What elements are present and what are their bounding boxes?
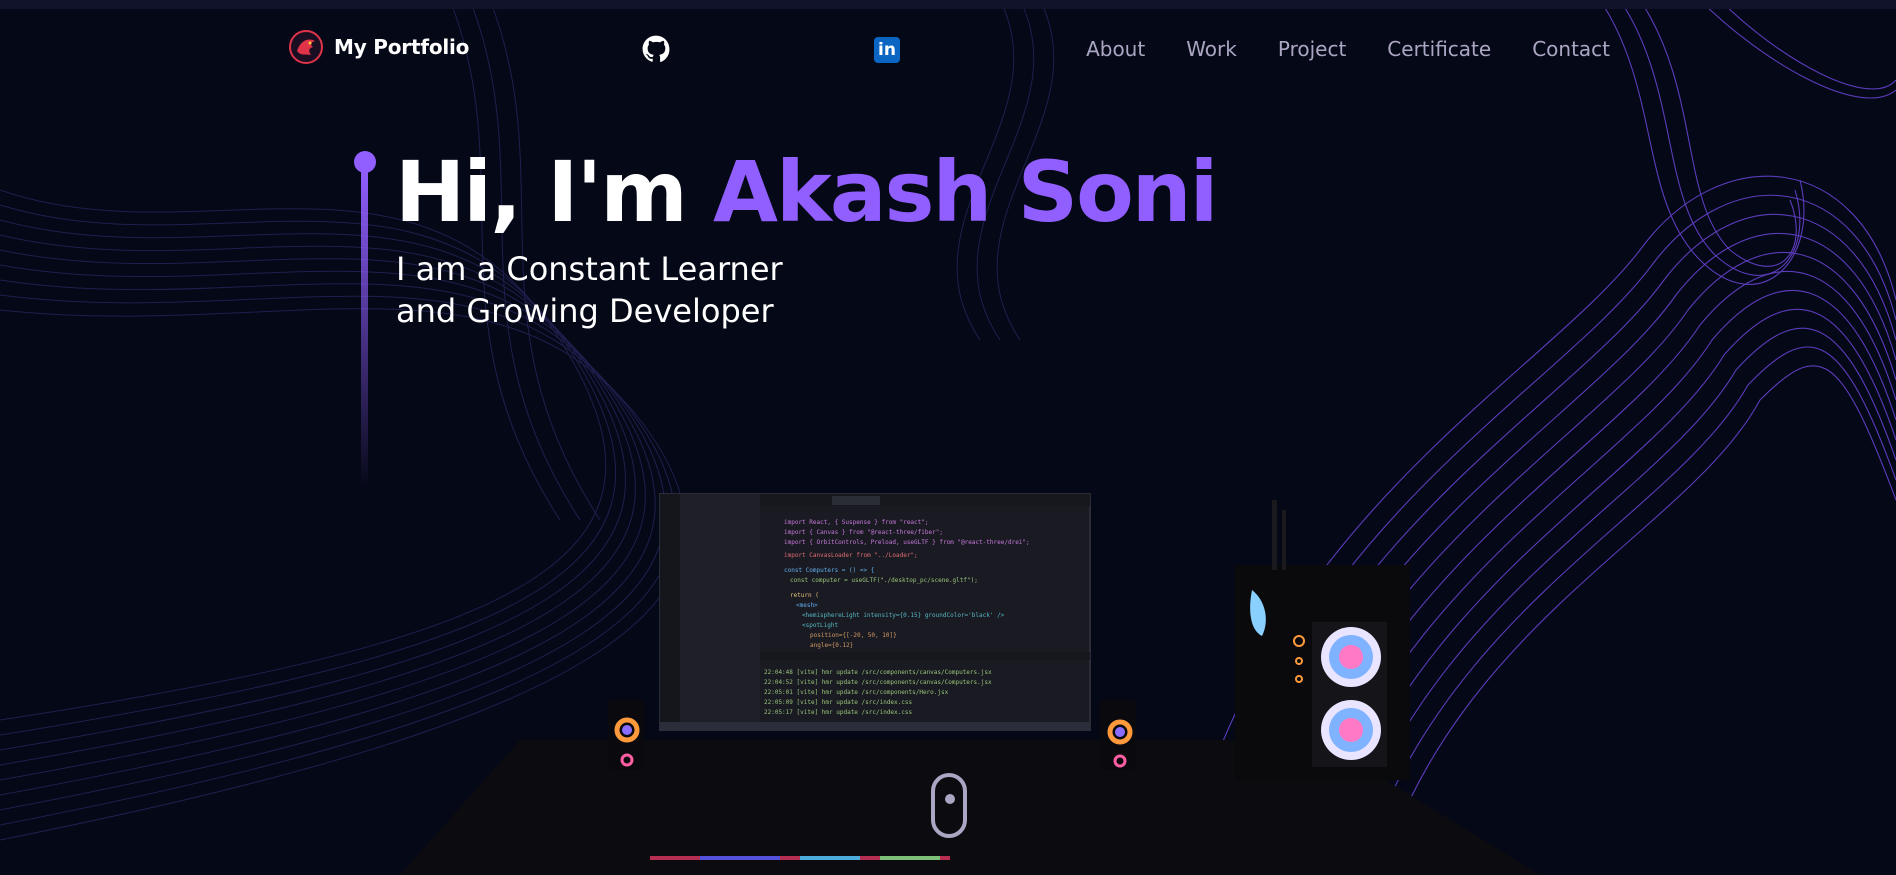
logo-icon bbox=[289, 30, 323, 64]
hero-subtitle-line2: and Growing Developer bbox=[396, 292, 774, 330]
hero-name: Akash Soni bbox=[713, 143, 1218, 241]
logo-text: My Portfolio bbox=[334, 35, 470, 59]
hero-subtitle-line1: I am a Constant Learner bbox=[396, 250, 783, 288]
nav-link-certificate[interactable]: Certificate bbox=[1387, 37, 1491, 61]
nav-link-project[interactable]: Project bbox=[1278, 37, 1346, 61]
hero-greeting: Hi, I'm bbox=[395, 143, 713, 241]
nav-link-about[interactable]: About bbox=[1086, 37, 1145, 61]
top-bar-strip bbox=[0, 0, 1896, 9]
github-icon[interactable] bbox=[642, 35, 670, 63]
logo-link[interactable]: My Portfolio bbox=[288, 29, 469, 65]
navbar: My Portfolio in About Work Project Certi… bbox=[0, 9, 1896, 89]
background-wave-lines bbox=[0, 0, 1896, 875]
nav-link-work[interactable]: Work bbox=[1186, 37, 1237, 61]
hero-headline: Hi, I'm Akash Soni bbox=[395, 142, 1218, 242]
scroll-indicator-ball bbox=[945, 794, 955, 804]
nav-menu: About Work Project Certificate Contact bbox=[1086, 37, 1610, 61]
linkedin-icon[interactable]: in bbox=[874, 37, 900, 63]
scroll-mouse-icon[interactable] bbox=[931, 773, 967, 838]
nav-link-contact[interactable]: Contact bbox=[1532, 37, 1610, 61]
hero-subtitle: I am a Constant Learner and Growing Deve… bbox=[396, 248, 783, 332]
hero-accent-line bbox=[361, 170, 368, 490]
